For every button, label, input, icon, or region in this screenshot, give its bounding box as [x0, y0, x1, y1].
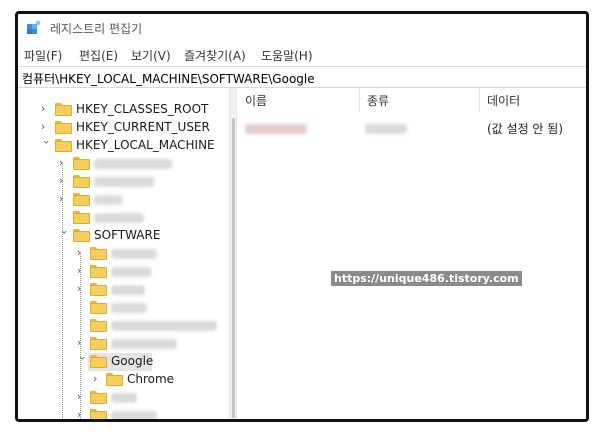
chevron-right-icon[interactable]: › — [77, 246, 87, 260]
folder-icon — [90, 355, 107, 368]
tree-label: Google — [111, 354, 154, 368]
menu-edit[interactable]: 편집(E) — [79, 47, 118, 64]
folder-icon — [90, 409, 107, 419]
chevron-right-icon[interactable]: › — [77, 390, 87, 404]
address-path[interactable]: 컴퓨터\HKEY_LOCAL_MACHINE\SOFTWARE\Google — [22, 70, 315, 87]
redacted-label — [111, 249, 157, 259]
redacted-label — [94, 177, 154, 187]
chevron-right-icon[interactable]: › — [77, 336, 87, 350]
folder-icon — [73, 175, 90, 188]
watermark: https://unique486.tistory.com — [331, 271, 522, 286]
column-header-type[interactable]: 종류 — [359, 88, 479, 112]
tree-label: HKEY_LOCAL_MACHINE — [76, 138, 215, 152]
tree-item-redacted[interactable]: › — [18, 263, 229, 281]
chevron-right-icon[interactable]: › — [93, 372, 103, 386]
folder-icon — [90, 265, 107, 278]
registry-tree[interactable]: › HKEY_CLASSES_ROOT › HKEY_CURRENT_USER … — [18, 88, 229, 419]
chevron-right-icon[interactable]: › — [59, 192, 69, 206]
regedit-icon — [27, 20, 41, 34]
folder-icon — [55, 121, 72, 134]
menu-favorites[interactable]: 즐겨찾기(A) — [184, 47, 246, 64]
redacted-label — [111, 303, 147, 313]
tree-item-redacted[interactable] — [18, 299, 229, 317]
chevron-down-icon[interactable]: › — [57, 230, 71, 240]
menu-file[interactable]: 파일(F) — [24, 47, 62, 64]
tree-scrollbar-thumb[interactable] — [232, 118, 235, 418]
redacted-label — [111, 411, 157, 419]
tree-item-redacted[interactable] — [18, 317, 229, 335]
tree-item-google[interactable]: › Google — [18, 353, 229, 371]
chevron-right-icon[interactable]: › — [59, 174, 69, 188]
chevron-right-icon[interactable]: › — [77, 408, 87, 419]
folder-icon — [90, 391, 107, 404]
redacted-label — [94, 195, 122, 205]
value-data: (값 설정 안 됨) — [487, 122, 564, 136]
chevron-down-icon[interactable]: › — [75, 356, 89, 366]
tree-item-hklm[interactable]: › HKEY_LOCAL_MACHINE — [18, 137, 229, 155]
folder-icon — [73, 229, 90, 242]
address-bar[interactable]: 컴퓨터\HKEY_LOCAL_MACHINE\SOFTWARE\Google — [18, 66, 586, 88]
redacted-label — [94, 213, 144, 223]
chevron-right-icon[interactable]: › — [59, 156, 69, 170]
tree-label: HKEY_CLASSES_ROOT — [76, 102, 209, 116]
folder-icon — [55, 139, 72, 152]
folder-icon — [73, 157, 90, 170]
chevron-right-icon[interactable]: › — [77, 282, 87, 296]
folder-icon — [90, 319, 107, 332]
chevron-down-icon[interactable]: › — [39, 140, 53, 150]
chevron-right-icon[interactable]: › — [41, 102, 51, 116]
tree-item-redacted[interactable]: › — [18, 335, 229, 353]
tree-label: Chrome — [127, 372, 175, 386]
tree-item-redacted[interactable]: › — [18, 155, 229, 173]
chevron-right-icon[interactable]: › — [41, 120, 51, 134]
registry-editor-window: 레지스트리 편집기 파일(F) 편집(E) 보기(V) 즐겨찾기(A) 도움말(… — [15, 11, 589, 422]
column-header-name[interactable]: 이름 — [237, 88, 359, 112]
tree-item-redacted[interactable]: › — [18, 281, 229, 299]
folder-icon — [73, 193, 90, 206]
folder-icon — [106, 373, 123, 386]
column-header-data[interactable]: 데이터 — [479, 88, 586, 112]
tree-item-hkcu[interactable]: › HKEY_CURRENT_USER — [18, 119, 229, 137]
redacted-label — [111, 285, 145, 295]
chevron-right-icon[interactable]: › — [77, 264, 87, 278]
folder-icon — [90, 337, 107, 350]
folder-icon — [55, 103, 72, 116]
tree-item-chrome[interactable]: › Chrome — [18, 371, 229, 389]
menu-help[interactable]: 도움말(H) — [261, 47, 313, 64]
window-title: 레지스트리 편집기 — [50, 22, 143, 36]
tree-item-redacted[interactable]: › — [18, 407, 229, 419]
redacted-label — [111, 393, 137, 403]
tree-label: SOFTWARE — [94, 228, 161, 242]
redacted-value-type — [365, 124, 407, 134]
tree-item-software[interactable]: › SOFTWARE — [18, 227, 229, 245]
folder-icon — [90, 247, 107, 260]
menu-view[interactable]: 보기(V) — [131, 47, 171, 64]
tree-item-redacted[interactable]: › — [18, 173, 229, 191]
folder-icon — [73, 211, 90, 224]
redacted-label — [111, 321, 217, 331]
tree-item-redacted[interactable]: › — [18, 191, 229, 209]
redacted-label — [111, 267, 151, 277]
values-list[interactable]: 이름 종류 데이터 (값 설정 안 됨) — [237, 88, 586, 419]
tree-item-redacted[interactable] — [18, 209, 229, 227]
pane-splitter[interactable] — [229, 88, 237, 419]
menu-bar: 파일(F) 편집(E) 보기(V) 즐겨찾기(A) 도움말(H) — [18, 44, 586, 66]
folder-icon — [90, 283, 107, 296]
folder-icon — [90, 301, 107, 314]
tree-item-redacted[interactable]: › — [18, 245, 229, 263]
tree-item-redacted[interactable]: › — [18, 389, 229, 407]
tree-label: HKEY_CURRENT_USER — [76, 120, 210, 134]
title-bar: 레지스트리 편집기 — [18, 14, 586, 42]
redacted-label — [111, 339, 177, 349]
redacted-value-name — [245, 124, 307, 134]
redacted-label — [94, 159, 172, 169]
tree-item-hkcr[interactable]: › HKEY_CLASSES_ROOT — [18, 101, 229, 119]
